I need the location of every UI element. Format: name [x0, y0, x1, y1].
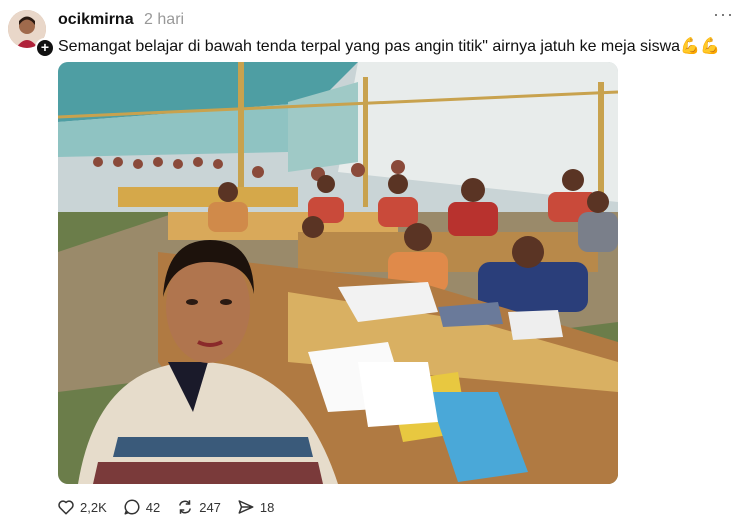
- post-actions: 2,2K 42 247 18: [57, 498, 290, 516]
- send-icon: [238, 500, 254, 514]
- share-button[interactable]: 18: [237, 498, 274, 516]
- thread-post: + ocikmirna 2 hari ··· Semangat belajar …: [0, 0, 750, 526]
- post-photo[interactable]: [58, 62, 618, 484]
- comment-count: 42: [145, 499, 161, 515]
- share-count: 18: [259, 499, 275, 515]
- timestamp: 2 hari: [144, 11, 185, 28]
- username[interactable]: ocikmirna: [58, 11, 134, 28]
- post-header: ocikmirna 2 hari: [58, 11, 184, 29]
- repost-button[interactable]: 247: [176, 498, 221, 516]
- heart-icon: [58, 500, 74, 515]
- more-icon[interactable]: ···: [713, 4, 734, 25]
- repost-count: 247: [199, 499, 221, 515]
- repost-icon: [179, 500, 192, 514]
- flexed-biceps-emoji: 💪💪: [680, 38, 720, 55]
- like-count: 2,2K: [80, 499, 107, 515]
- caption-text: Semangat belajar di bawah tenda terpal y…: [58, 38, 681, 55]
- follow-plus-icon[interactable]: +: [35, 38, 55, 58]
- comment-icon: [124, 499, 140, 515]
- comment-button[interactable]: 42: [123, 498, 160, 516]
- like-button[interactable]: 2,2K: [57, 498, 107, 516]
- post-caption: Semangat belajar di bawah tenda terpal y…: [58, 36, 720, 56]
